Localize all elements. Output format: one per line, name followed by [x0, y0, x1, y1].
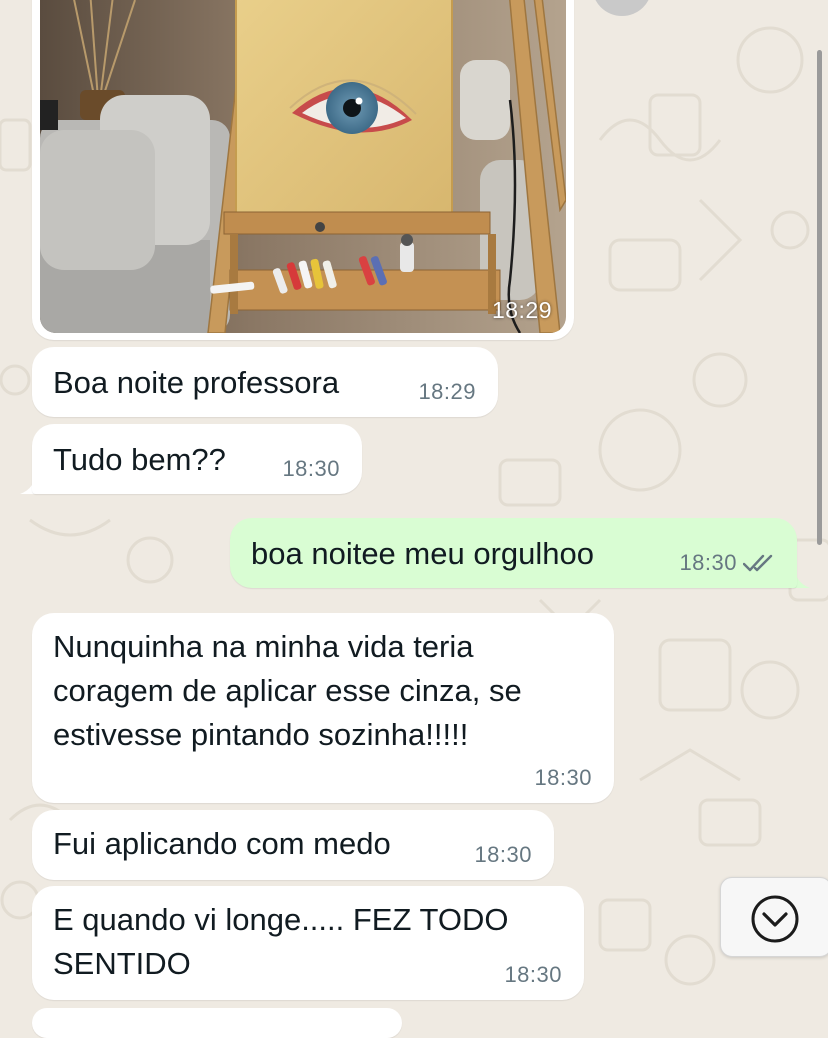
message-timestamp: 18:30 [474, 842, 532, 867]
incoming-message[interactable]: E quando vi longe..... FEZ TODO SENTIDO … [32, 886, 584, 1000]
outgoing-message[interactable]: boa noitee meu orgulhoo 18:30 [230, 518, 797, 588]
incoming-message[interactable]: Nunquinha na minha vida teria coragem de… [32, 613, 614, 803]
message-timestamp: 18:30 [534, 765, 592, 790]
double-check-icon [743, 554, 773, 572]
scrollbar[interactable] [817, 50, 822, 545]
message-text: Nunquinha na minha vida teria coragem de… [53, 629, 522, 752]
incoming-message[interactable]: Boa noite professora 18:29 [32, 347, 498, 417]
message-timestamp: 18:30 [679, 550, 737, 575]
chevron-down-circle-icon [751, 895, 799, 943]
message-timestamp: 18:30 [504, 962, 562, 987]
painting-photo[interactable] [40, 0, 566, 333]
image-timestamp: 18:29 [491, 297, 552, 323]
avatar[interactable] [592, 0, 652, 16]
message-timestamp: 18:30 [282, 456, 340, 481]
message-timestamp: 18:29 [418, 379, 476, 404]
incoming-message[interactable]: Fui aplicando com medo 18:30 [32, 810, 554, 880]
image-message[interactable]: 18:29 [32, 0, 574, 340]
scroll-to-bottom-button[interactable] [720, 877, 828, 957]
incoming-message[interactable]: Tudo bem?? 18:30 [32, 424, 362, 494]
